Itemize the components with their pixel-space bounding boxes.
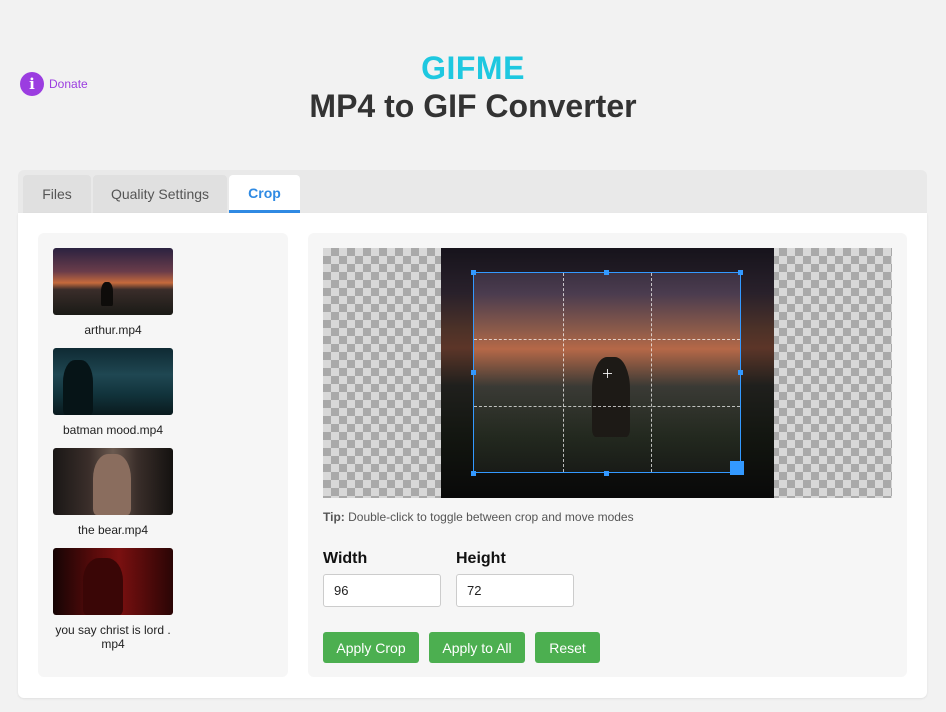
video-thumbnail xyxy=(53,348,173,415)
video-thumbnail xyxy=(53,248,173,315)
page-title: MP4 to GIF Converter xyxy=(309,88,637,124)
crop-canvas[interactable] xyxy=(323,248,892,498)
file-name: the bear.mp4 xyxy=(77,523,149,537)
crop-tip: Tip: Double-click to toggle between crop… xyxy=(323,510,634,524)
file-list: arthur.mp4 batman mood.mp4 the bear.mp4 … xyxy=(38,233,288,677)
height-label: Height xyxy=(456,550,506,567)
file-item-the-bear[interactable]: the bear.mp4 xyxy=(53,448,173,537)
crop-handle-s[interactable] xyxy=(604,471,609,476)
crop-handle-se[interactable] xyxy=(730,461,744,475)
reset-button[interactable]: Reset xyxy=(535,632,600,663)
crop-handle-sw[interactable] xyxy=(471,471,476,476)
crop-handle-ne[interactable] xyxy=(738,270,743,275)
page-header: GIFME MP4 to GIF Converter xyxy=(0,50,946,126)
tab-quality-settings[interactable]: Quality Settings xyxy=(93,175,227,213)
crosshair-icon xyxy=(603,368,612,378)
file-item-arthur[interactable]: arthur.mp4 xyxy=(53,248,173,337)
crop-handle-e[interactable] xyxy=(738,370,743,375)
width-label: Width xyxy=(323,550,368,567)
video-thumbnail xyxy=(53,548,173,615)
tab-files[interactable]: Files xyxy=(23,175,91,213)
width-input[interactable] xyxy=(323,574,441,607)
crop-handle-nw[interactable] xyxy=(471,270,476,275)
crop-panel: arthur.mp4 batman mood.mp4 the bear.mp4 … xyxy=(18,213,927,698)
crop-handle-n[interactable] xyxy=(604,270,609,275)
tab-bar: Files Quality Settings Crop xyxy=(18,170,927,213)
height-input[interactable] xyxy=(456,574,574,607)
crop-handle-w[interactable] xyxy=(471,370,476,375)
apply-to-all-button[interactable]: Apply to All xyxy=(429,632,525,663)
file-item-christ-is-lord[interactable]: you say christ is lord . mp4 xyxy=(53,548,173,651)
video-preview xyxy=(441,248,774,498)
file-item-batman[interactable]: batman mood.mp4 xyxy=(53,348,173,437)
video-thumbnail xyxy=(53,448,173,515)
apply-crop-button[interactable]: Apply Crop xyxy=(323,632,419,663)
brand-title: GIFME xyxy=(421,50,525,86)
file-name: arthur.mp4 xyxy=(84,323,142,337)
file-name: you say christ is lord . mp4 xyxy=(55,623,171,651)
crop-editor: Tip: Double-click to toggle between crop… xyxy=(308,233,907,677)
crop-selection[interactable] xyxy=(473,272,741,473)
file-name: batman mood.mp4 xyxy=(62,423,164,437)
tab-crop[interactable]: Crop xyxy=(229,175,300,213)
